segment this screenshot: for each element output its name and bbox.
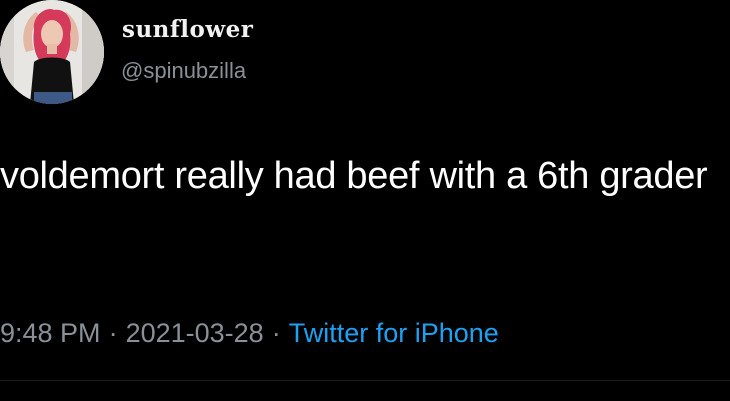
tweet-text: voldemort really had beef with a 6th gra…	[0, 155, 708, 197]
meta-separator: ·	[108, 318, 118, 348]
tweet-date[interactable]: 2021-03-28	[126, 318, 264, 348]
tweet-source-link[interactable]: Twitter for iPhone	[289, 318, 499, 348]
meta-separator: ·	[271, 318, 281, 348]
author-handle[interactable]: @spinubzilla	[121, 58, 246, 84]
avatar-photo	[0, 0, 104, 104]
tweet-time[interactable]: 9:48 PM	[0, 318, 101, 348]
author-display-name[interactable]: sunflower	[122, 16, 253, 43]
divider	[0, 380, 730, 381]
tweet-meta: 9:48 PM · 2021-03-28 · Twitter for iPhone	[0, 318, 499, 349]
avatar[interactable]	[0, 0, 104, 104]
tweet-card: sunflower @spinubzilla voldemort really …	[0, 0, 730, 401]
